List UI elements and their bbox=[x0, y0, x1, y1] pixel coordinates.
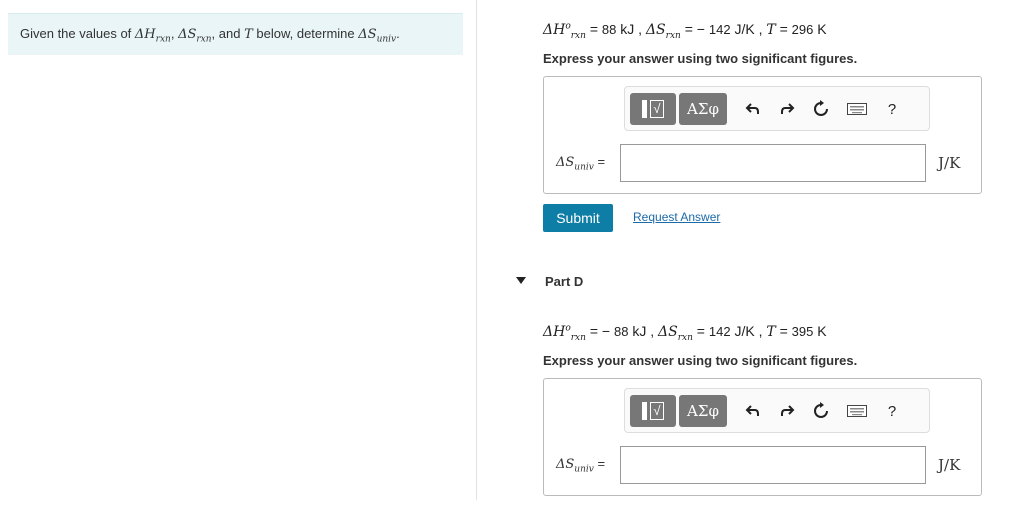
collapse-arrow-icon[interactable] bbox=[516, 277, 526, 284]
math-toolbar: √ ΑΣφ ? bbox=[624, 86, 930, 131]
sqrt-icon: √ bbox=[650, 100, 664, 118]
dsuniv-answer-input[interactable] bbox=[620, 446, 926, 484]
intro-dsuniv-sub: univ bbox=[376, 34, 397, 45]
ds-value: 142 bbox=[708, 324, 731, 339]
part-c-instruction: Express your answer using two significan… bbox=[543, 51, 858, 66]
dh-symbol: ΔH bbox=[543, 324, 566, 340]
ds-symbol: ΔS bbox=[645, 22, 666, 38]
equals: = − bbox=[680, 21, 709, 37]
greek-symbols-button[interactable]: ΑΣφ bbox=[679, 395, 727, 427]
t-unit: K bbox=[813, 323, 827, 339]
keyboard-icon[interactable] bbox=[847, 401, 867, 421]
math-toolbar: √ ΑΣφ ? bbox=[624, 388, 930, 433]
t-symbol: T bbox=[766, 324, 776, 340]
t-value: 395 bbox=[791, 324, 814, 339]
intro-text: below, determine bbox=[252, 26, 359, 41]
ds-symbol: ΔS bbox=[658, 324, 678, 340]
part-d-answer-box: √ ΑΣφ ? ΔSuniv = J/K bbox=[543, 378, 982, 496]
undo-icon[interactable] bbox=[743, 401, 763, 421]
answer-unit: J/K bbox=[938, 456, 961, 474]
dh-unit: kJ , bbox=[628, 323, 658, 339]
intro-ds-sub: rxn bbox=[196, 34, 212, 45]
intro-text: Given the values of bbox=[20, 26, 135, 41]
part-d-title: Part D bbox=[545, 274, 584, 289]
intro-dsuniv-symbol: ΔS bbox=[358, 27, 377, 42]
dh-value: 88 bbox=[601, 22, 617, 37]
dsuniv-label: ΔSuniv = bbox=[556, 456, 605, 475]
dh-sub: rxn bbox=[570, 332, 586, 343]
reset-icon[interactable] bbox=[811, 401, 831, 421]
equals: = − bbox=[585, 323, 614, 339]
dsuniv-label: ΔSuniv = bbox=[556, 154, 605, 173]
dh-sub: rxn bbox=[570, 30, 586, 41]
lhs-equals: = bbox=[593, 154, 606, 169]
reset-icon[interactable] bbox=[811, 99, 831, 119]
help-icon[interactable]: ? bbox=[882, 401, 902, 421]
dsuniv-answer-input[interactable] bbox=[620, 144, 926, 182]
intro-ds-symbol: ΔS bbox=[178, 27, 197, 42]
dh-unit: kJ , bbox=[616, 21, 646, 37]
greek-symbols-button[interactable]: ΑΣφ bbox=[679, 93, 727, 125]
sqrt-icon: √ bbox=[650, 402, 664, 420]
equals: = bbox=[692, 323, 709, 339]
intro-sep: , and bbox=[211, 26, 245, 41]
intro-t-symbol: T bbox=[244, 27, 253, 42]
ds-sub: rxn bbox=[677, 332, 693, 343]
t-value: 296 bbox=[791, 22, 814, 37]
ds-sub: rxn bbox=[665, 30, 681, 41]
intro-sep: , bbox=[170, 26, 179, 41]
answer-unit: J/K bbox=[938, 154, 961, 172]
lhs-sub: univ bbox=[574, 162, 594, 173]
redo-icon[interactable] bbox=[777, 401, 797, 421]
intro-dh-sub: rxn bbox=[155, 34, 171, 45]
column-divider bbox=[476, 0, 477, 500]
templates-icon bbox=[642, 402, 648, 420]
lhs-symbol: ΔS bbox=[556, 457, 575, 472]
lhs-sub: univ bbox=[574, 464, 594, 475]
templates-button[interactable]: √ bbox=[630, 93, 676, 125]
templates-icon bbox=[642, 100, 648, 118]
equals: = bbox=[585, 21, 602, 37]
dh-value: 88 bbox=[613, 324, 629, 339]
part-d-instruction: Express your answer using two significan… bbox=[543, 353, 858, 368]
ds-unit: J/K , bbox=[730, 323, 767, 339]
intro-end: . bbox=[396, 26, 400, 41]
keyboard-icon[interactable] bbox=[847, 99, 867, 119]
problem-intro: Given the values of ΔHrxn, ΔSrxn, and T … bbox=[8, 13, 463, 55]
help-icon[interactable]: ? bbox=[882, 99, 902, 119]
templates-button[interactable]: √ bbox=[630, 395, 676, 427]
ds-value: 142 bbox=[708, 22, 731, 37]
undo-icon[interactable] bbox=[743, 99, 763, 119]
equals: = bbox=[775, 21, 792, 37]
request-answer-link[interactable]: Request Answer bbox=[633, 210, 720, 224]
lhs-equals: = bbox=[593, 456, 606, 471]
part-c-answer-box: √ ΑΣφ ? ΔSuniv = J/K bbox=[543, 76, 982, 194]
ds-unit: J/K , bbox=[730, 21, 767, 37]
part-c-given-values: ΔHorxn = 88 kJ , ΔSrxn = − 142 J/K , T =… bbox=[543, 21, 827, 41]
intro-dh-symbol: ΔH bbox=[134, 27, 156, 42]
redo-icon[interactable] bbox=[777, 99, 797, 119]
submit-button[interactable]: Submit bbox=[543, 204, 613, 232]
lhs-symbol: ΔS bbox=[556, 155, 575, 170]
part-d-given-values: ΔHorxn = − 88 kJ , ΔSrxn = 142 J/K , T =… bbox=[543, 323, 827, 343]
dh-symbol: ΔH bbox=[543, 22, 566, 38]
t-unit: K bbox=[813, 21, 827, 37]
t-symbol: T bbox=[766, 22, 776, 38]
equals: = bbox=[775, 323, 792, 339]
